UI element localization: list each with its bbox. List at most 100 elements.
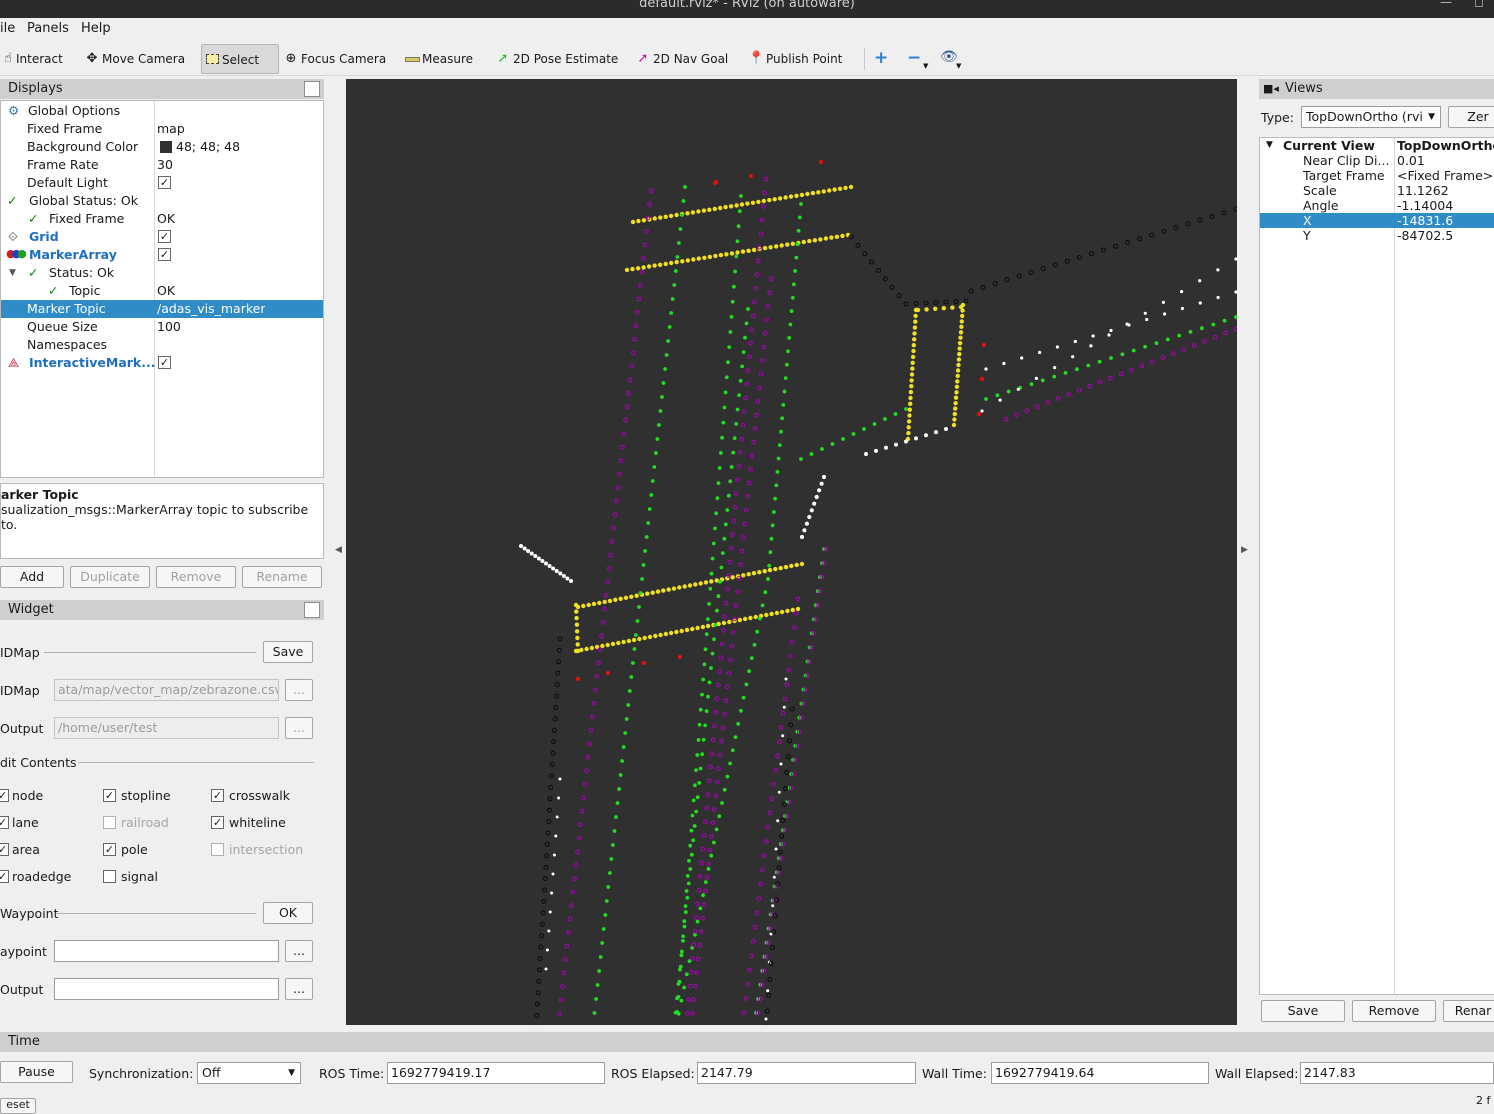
idmap-browse-button[interactable]: ... <box>285 679 313 701</box>
wall-time-field[interactable]: 1692779419.64 <box>991 1062 1209 1084</box>
rename-button[interactable]: Rename <box>242 566 322 588</box>
row-grid[interactable]: ⟐ Grid ✓ <box>1 228 323 246</box>
pole-checkbox[interactable]: ✓ <box>103 843 116 856</box>
dropdown-arrow-icon-2[interactable]: ▼ <box>956 62 961 70</box>
row-near-clip[interactable]: Near Clip Di... 0.01 <box>1260 153 1494 168</box>
menu-help[interactable]: Help <box>81 21 111 36</box>
view-rename-button[interactable]: Renar <box>1443 1000 1494 1022</box>
row-background-color[interactable]: Background Color 48; 48; 48 <box>1 138 323 156</box>
lane-node-marker <box>783 376 788 380</box>
lane-node-marker <box>755 629 760 634</box>
displays-undock-box[interactable] <box>304 81 320 97</box>
grid-checkbox[interactable]: ✓ <box>158 230 171 243</box>
row-scale[interactable]: Scale 11.1262 <box>1260 183 1494 198</box>
lane-node-marker <box>688 867 693 871</box>
minimize-icon[interactable]: — <box>1440 0 1452 8</box>
waypoint-file-input[interactable] <box>54 940 279 962</box>
scene-canvas[interactable] <box>346 79 1237 1025</box>
maximize-icon[interactable]: ◻ <box>1474 0 1484 8</box>
row-current-view[interactable]: ▼ Current View TopDownOrtho <box>1260 138 1494 153</box>
expand-arrow-icon[interactable]: ▼ <box>1266 138 1273 153</box>
output-input[interactable]: /home/user/test <box>54 717 279 739</box>
collapse-right-icon[interactable]: ▶ <box>1241 545 1248 555</box>
stopline-marker <box>788 194 794 199</box>
curb-marker <box>1089 251 1094 257</box>
row-interactive-markers[interactable]: ⟁ InteractiveMark... ✓ <box>1 354 323 372</box>
view-save-button[interactable]: Save <box>1261 1000 1345 1022</box>
roadedge-checkbox[interactable]: ✓ <box>0 870 9 883</box>
row-global-options[interactable]: ⚙ Global Options <box>1 102 323 120</box>
row-default-light[interactable]: Default Light ✓ <box>1 174 323 192</box>
row-target-frame[interactable]: Target Frame <Fixed Frame> <box>1260 168 1494 183</box>
row-marker-array[interactable]: ●●● MarkerArray ✓ <box>1 246 323 264</box>
output2-input[interactable] <box>54 978 279 1000</box>
row-marker-topic[interactable]: Marker Topic /adas_vis_marker <box>1 300 323 318</box>
lane-checkbox[interactable]: ✓ <box>0 816 9 829</box>
measure-tool[interactable]: Measure <box>404 44 473 74</box>
railroad-checkbox[interactable] <box>103 816 116 829</box>
remove-button[interactable]: Remove <box>156 566 236 588</box>
expand-arrow-icon[interactable]: ▼ <box>9 264 16 282</box>
lane-node-marker <box>717 814 722 819</box>
menu-file[interactable]: ile <box>0 21 15 36</box>
crosswalk-checkbox[interactable]: ✓ <box>211 789 224 802</box>
plus-icon[interactable]: + <box>874 48 888 68</box>
area-checkbox[interactable]: ✓ <box>0 843 9 856</box>
row-angle[interactable]: Angle -1.14004 <box>1260 198 1494 213</box>
add-button[interactable]: Add <box>0 566 64 588</box>
idmap-path-input[interactable]: ata/map/vector_map/zebrazone.csv, <box>54 679 279 701</box>
view-remove-button[interactable]: Remove <box>1352 1000 1436 1022</box>
node-checkbox[interactable]: ✓ <box>0 789 9 802</box>
sync-select[interactable]: Off ▼ <box>197 1062 301 1084</box>
row-queue-size[interactable]: Queue Size 100 <box>1 318 323 336</box>
row-global-status[interactable]: ✓ Global Status: Ok <box>1 192 323 210</box>
intersection-checkbox[interactable] <box>211 843 224 856</box>
ros-time-field[interactable]: 1692779419.17 <box>387 1062 605 1084</box>
idmap-save-button[interactable]: Save <box>263 641 313 663</box>
view-type-select[interactable]: TopDownOrtho (rvi ▼ <box>1301 106 1441 128</box>
move-camera-tool[interactable]: ✥ Move Camera <box>84 44 186 74</box>
signal-checkbox[interactable] <box>103 870 116 883</box>
row-y[interactable]: Y -84702.5 <box>1260 228 1494 243</box>
waypoint-ok-button[interactable]: OK <box>263 902 313 924</box>
waypoint-browse-button[interactable]: ... <box>285 940 313 962</box>
interactive-markers-checkbox[interactable]: ✓ <box>158 356 171 369</box>
row-fixed-frame[interactable]: Fixed Frame map <box>1 120 323 138</box>
stopline-checkbox[interactable]: ✓ <box>103 789 116 802</box>
row-frame-rate[interactable]: Frame Rate 30 <box>1 156 323 174</box>
roadedge-marker <box>777 790 781 794</box>
render-viewport[interactable] <box>346 79 1237 1025</box>
pose-estimate-tool[interactable]: ➚ 2D Pose Estimate <box>495 44 619 74</box>
whiteline-checkbox[interactable]: ✓ <box>211 816 224 829</box>
pause-button[interactable]: Pause <box>0 1061 73 1083</box>
lane-boundary-marker <box>563 957 568 962</box>
collapse-left-icon[interactable]: ◀ <box>335 545 342 555</box>
publish-point-tool[interactable]: 📍 Publish Point <box>748 44 842 74</box>
output-browse-button[interactable]: ... <box>285 717 313 739</box>
output2-browse-button[interactable]: ... <box>285 978 313 1000</box>
focus-camera-tool[interactable]: ⊕ Focus Camera <box>283 44 387 74</box>
default-light-checkbox[interactable]: ✓ <box>158 176 171 189</box>
reset-button[interactable]: eset <box>0 1098 36 1114</box>
row-namespaces[interactable]: Namespaces <box>1 336 323 354</box>
dropdown-arrow-icon[interactable]: ▼ <box>923 62 928 70</box>
row-status-fixed-frame[interactable]: ✓ Fixed Frame OK <box>1 210 323 228</box>
select-tool[interactable]: Select <box>201 44 279 74</box>
ros-elapsed-field[interactable]: 2147.79 <box>697 1062 916 1084</box>
minus-icon[interactable]: − <box>907 48 921 68</box>
duplicate-button[interactable]: Duplicate <box>70 566 150 588</box>
nav-goal-tool[interactable]: ➚ 2D Nav Goal <box>635 44 729 74</box>
stopline-marker <box>745 201 750 206</box>
row-topic[interactable]: ✓ Topic OK <box>1 282 323 300</box>
menu-panels[interactable]: Panels <box>27 21 69 36</box>
zero-button[interactable]: Zer <box>1448 106 1494 128</box>
marker-array-checkbox[interactable]: ✓ <box>158 248 171 261</box>
lane-boundary-marker <box>611 525 616 531</box>
wall-elapsed-field[interactable]: 2147.83 <box>1300 1062 1494 1084</box>
widget-undock-box[interactable] <box>304 602 320 618</box>
row-x[interactable]: X -14831.6 <box>1260 213 1494 228</box>
roadedge-marker <box>1034 376 1038 380</box>
color-swatch[interactable] <box>160 141 172 153</box>
row-status-ok[interactable]: ▼ ✓ Status: Ok <box>1 264 323 282</box>
interact-tool[interactable]: ☝ Interact <box>0 44 63 74</box>
